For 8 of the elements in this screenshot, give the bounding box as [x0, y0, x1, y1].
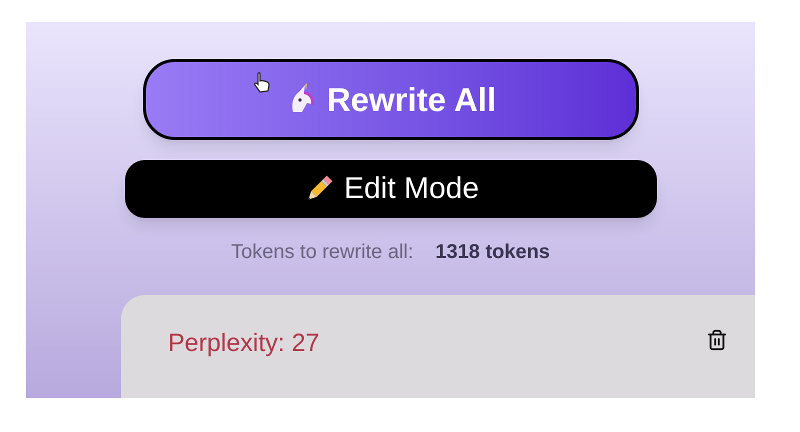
trash-icon	[706, 328, 728, 351]
perplexity-label: Perplexity: 27	[168, 328, 320, 359]
tokens-label: Tokens to rewrite all:	[231, 240, 414, 265]
tokens-count: 1318 tokens	[435, 240, 550, 265]
edit-mode-button[interactable]: Edit Mode	[124, 160, 656, 218]
rewrite-all-button[interactable]: Rewrite All	[142, 59, 638, 140]
hand-cursor-icon	[252, 72, 272, 94]
delete-button[interactable]	[706, 328, 728, 351]
